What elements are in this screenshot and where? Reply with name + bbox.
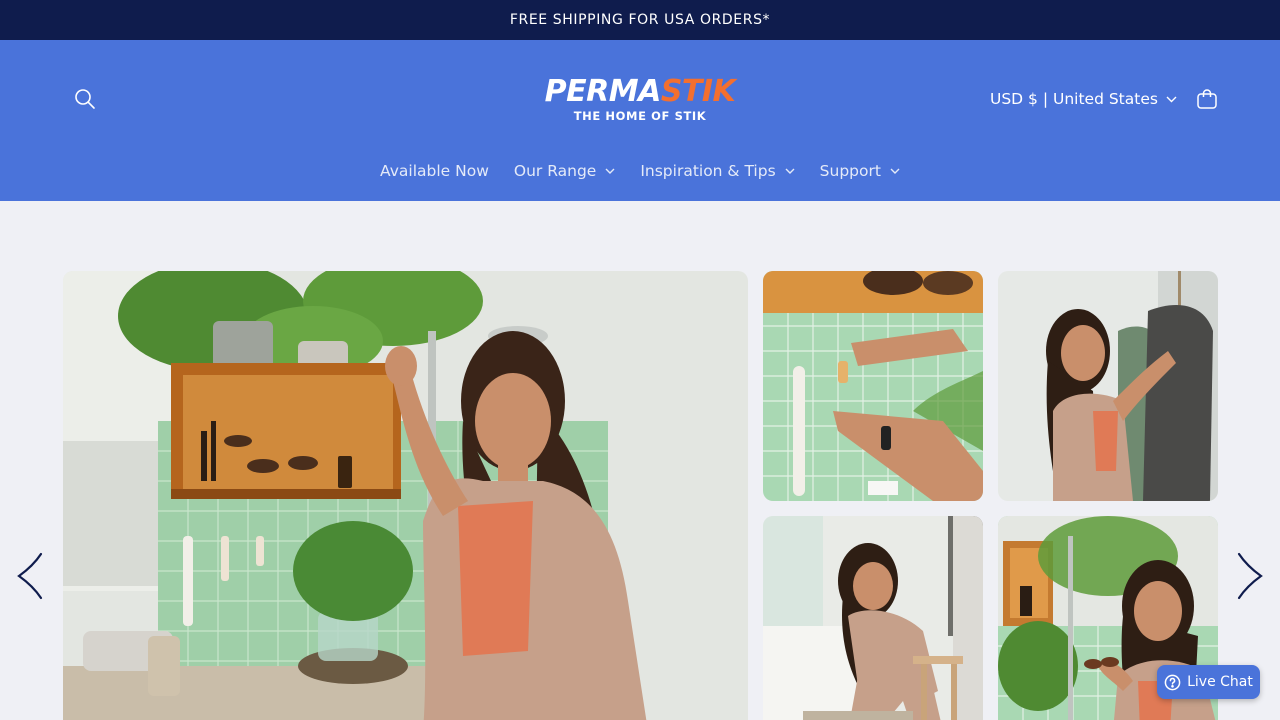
chevron-down-icon	[890, 168, 900, 174]
chevron-left-icon	[17, 552, 43, 600]
gallery-main-image[interactable]	[63, 271, 748, 720]
announcement-bar: FREE SHIPPING FOR USA ORDERS*	[0, 0, 1280, 40]
woman-hanging-towel-photo	[998, 271, 1218, 501]
chevron-right-icon	[1237, 552, 1263, 600]
woman-seated-stool-photo	[763, 516, 983, 720]
nav-item-available-now[interactable]: Available Now	[368, 162, 502, 180]
site-header: PERMASTIK THE HOME OF STIK USD $ | Unite…	[0, 40, 1280, 201]
brand-logo[interactable]: PERMASTIK THE HOME OF STIK	[535, 76, 745, 126]
logo-text-stik: STIK	[660, 74, 736, 109]
currency-selector[interactable]: USD $ | United States	[990, 87, 1177, 111]
logo-tagline: THE HOME OF STIK	[573, 109, 707, 123]
woman-bathroom-shelf-photo	[63, 271, 748, 720]
nav-item-label: Inspiration & Tips	[640, 162, 776, 180]
help-circle-icon	[1164, 674, 1181, 690]
nav-item-label: Available Now	[380, 162, 489, 180]
search-icon	[75, 89, 95, 109]
nav-item-inspiration-tips[interactable]: Inspiration & Tips	[628, 162, 807, 180]
chevron-down-icon	[605, 168, 615, 174]
logo-text-perma: PERMA	[544, 74, 662, 109]
live-chat-button[interactable]: Live Chat	[1157, 665, 1260, 699]
main-nav: Available Now Our Range Inspiration & Ti…	[0, 154, 1280, 188]
gallery-thumbnail-1[interactable]	[763, 271, 983, 501]
chevron-down-icon	[785, 168, 795, 174]
cart-icon	[1197, 89, 1217, 109]
gallery-thumbnail-2[interactable]	[998, 271, 1218, 501]
hands-attaching-hook-photo	[763, 271, 983, 501]
currency-label: USD $ | United States	[990, 90, 1158, 108]
nav-item-support[interactable]: Support	[807, 162, 912, 180]
gallery-next-button[interactable]	[1235, 552, 1265, 600]
announcement-text: FREE SHIPPING FOR USA ORDERS*	[509, 12, 771, 28]
gallery-prev-button[interactable]	[15, 552, 45, 600]
nav-item-our-range[interactable]: Our Range	[501, 162, 627, 180]
search-button[interactable]	[70, 84, 100, 114]
nav-item-label: Our Range	[513, 162, 597, 180]
gallery-thumbnail-3[interactable]	[763, 516, 983, 720]
nav-item-label: Support	[819, 162, 881, 180]
cart-button[interactable]	[1192, 84, 1222, 114]
chevron-down-icon	[1166, 96, 1177, 102]
live-chat-label: Live Chat	[1187, 674, 1253, 690]
